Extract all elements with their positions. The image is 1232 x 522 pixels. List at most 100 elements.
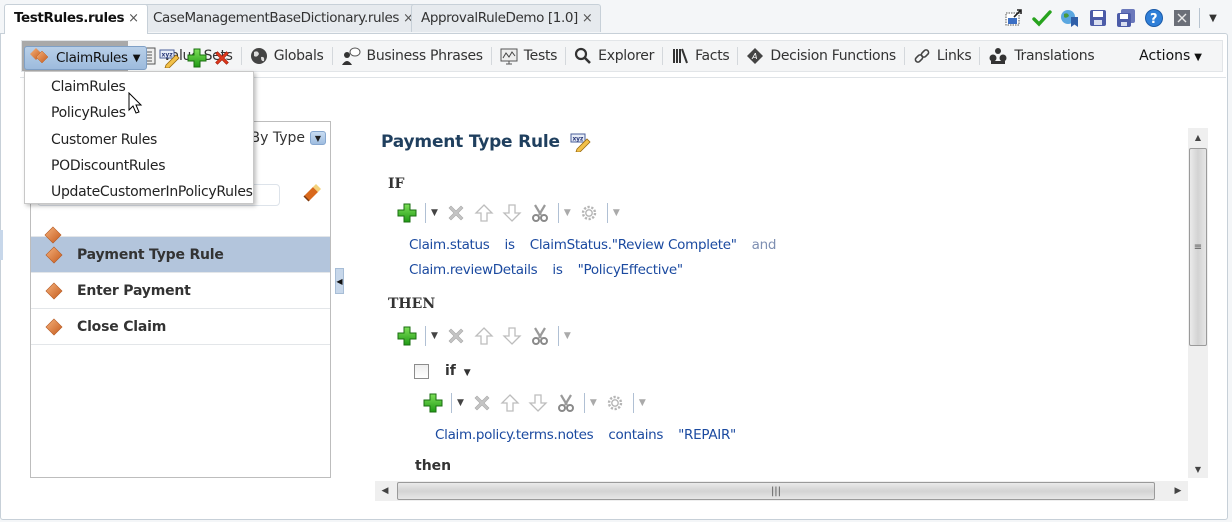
rule-label: Close Claim xyxy=(77,318,167,335)
move-up-icon[interactable] xyxy=(474,203,494,223)
scroll-up-icon[interactable]: ▲ xyxy=(1188,128,1208,146)
condition-left[interactable]: Claim.status xyxy=(409,237,490,253)
nav-translations[interactable]: Translations xyxy=(982,41,1100,71)
add-condition-icon[interactable] xyxy=(397,203,417,223)
menu-item[interactable]: Customer Rules xyxy=(25,127,253,153)
rule-label: Payment Type Rule xyxy=(77,246,224,263)
nav-separator xyxy=(737,47,739,65)
if-keyword: IF xyxy=(388,176,405,192)
nav-separator xyxy=(662,47,664,65)
menu-item[interactable]: UpdateCustomerInPolicyRules xyxy=(25,179,253,205)
nested-if-keyword[interactable]: if ▼ xyxy=(445,363,471,379)
add-dropdown-icon[interactable]: ▼ xyxy=(431,208,438,218)
condition-operator[interactable]: is xyxy=(505,237,515,253)
sort-dropdown-icon[interactable]: ▼ xyxy=(310,131,326,145)
cut-scissors-icon[interactable] xyxy=(556,393,576,413)
nav-label: Tests xyxy=(523,48,558,64)
paste-dropdown-icon[interactable]: ▼ xyxy=(564,208,571,218)
edit-ruleset-icon[interactable] xyxy=(159,48,181,68)
condition-operator[interactable]: contains xyxy=(608,427,663,443)
close-tab-icon[interactable]: × xyxy=(128,11,139,26)
gear-dropdown-icon[interactable]: ▼ xyxy=(639,398,646,408)
condition-left[interactable]: Claim.reviewDetails xyxy=(409,262,538,278)
add-condition-icon[interactable] xyxy=(423,393,443,413)
nav-separator xyxy=(979,47,981,65)
condition-right[interactable]: ClaimStatus."Review Complete" xyxy=(530,237,737,253)
sort-by-type[interactable]: By Type ▼ xyxy=(251,130,326,146)
help-icon[interactable]: ? xyxy=(1143,7,1165,29)
nav-tests[interactable]: Tests xyxy=(494,41,563,71)
nav-decision-functions[interactable]: A Decision Functions xyxy=(740,41,902,71)
move-up-icon[interactable] xyxy=(474,326,494,346)
save-all-icon[interactable] xyxy=(1115,7,1137,29)
tab-approval-rule-demo[interactable]: ApprovalRuleDemo [1.0] × xyxy=(411,4,602,32)
move-down-icon[interactable] xyxy=(528,393,548,413)
paste-dropdown-icon[interactable]: ▼ xyxy=(590,398,597,408)
condition-right[interactable]: "REPAIR" xyxy=(678,427,736,443)
cut-scissors-icon[interactable] xyxy=(530,326,550,346)
nav-links[interactable]: Links xyxy=(907,41,977,71)
horizontal-scrollbar[interactable]: ◀ ||| ▶ xyxy=(375,481,1188,501)
cut-scissors-icon[interactable] xyxy=(530,203,550,223)
vertical-scrollbar[interactable]: ▲ ≡ ▼ xyxy=(1188,128,1208,478)
nested-if-toolbar: ▼ ▼ ▼ xyxy=(423,392,654,414)
add-ruleset-icon[interactable] xyxy=(187,48,207,68)
add-dropdown-icon[interactable]: ▼ xyxy=(457,398,464,408)
condition-right[interactable]: "PolicyEffective" xyxy=(578,262,684,278)
tab-testrules[interactable]: TestRules.rules × xyxy=(4,4,148,34)
then-keyword: THEN xyxy=(388,296,436,312)
nav-globals[interactable]: Globals xyxy=(244,41,330,71)
panel-splitter-collapse[interactable]: ◀ xyxy=(335,268,344,294)
nested-if-checkbox[interactable] xyxy=(414,364,429,379)
menu-item[interactable]: PODiscountRules xyxy=(25,153,253,179)
rule-diamond-icon xyxy=(44,226,62,248)
tab-casemanagement-dictionary[interactable]: CaseManagementBaseDictionary.rules × xyxy=(143,4,423,32)
nav-facts[interactable]: Facts xyxy=(665,41,735,71)
more-dropdown-icon[interactable]: ▼ xyxy=(1206,7,1220,29)
globe-icon xyxy=(250,47,268,65)
delete-ruleset-icon[interactable] xyxy=(213,49,231,67)
ruleset-select[interactable]: ClaimRules ▼ xyxy=(24,46,148,70)
nav-label: Links xyxy=(936,48,972,64)
list-item[interactable]: Payment Type Rule xyxy=(31,236,330,272)
paste-dropdown-icon[interactable]: ▼ xyxy=(564,331,571,341)
scroll-down-icon[interactable]: ▼ xyxy=(1188,460,1208,478)
delete-icon[interactable] xyxy=(446,203,466,223)
delete-icon[interactable] xyxy=(472,393,492,413)
nav-business-phrases[interactable]: Business Phrases xyxy=(335,41,489,71)
scroll-thumb[interactable]: ||| xyxy=(397,482,1155,500)
add-action-icon[interactable] xyxy=(397,326,417,346)
scroll-thumb[interactable]: ≡ xyxy=(1189,148,1207,346)
save-icon[interactable] xyxy=(1087,7,1109,29)
condition-conjunction[interactable]: and xyxy=(752,237,777,253)
nav-explorer[interactable]: Explorer xyxy=(568,41,660,71)
move-down-icon[interactable] xyxy=(502,326,522,346)
nested-if-label: if xyxy=(445,363,456,379)
move-down-icon[interactable] xyxy=(502,203,522,223)
condition-left[interactable]: Claim.policy.terms.notes xyxy=(435,427,594,443)
globe-bookmark-icon[interactable] xyxy=(1059,7,1081,29)
scroll-right-icon[interactable]: ▶ xyxy=(1168,481,1188,501)
validate-check-icon[interactable] xyxy=(1031,7,1053,29)
left-collapse-handle[interactable] xyxy=(0,230,3,260)
edit-rule-icon[interactable] xyxy=(570,132,592,152)
business-phrases-icon xyxy=(341,47,361,65)
list-item[interactable]: Enter Payment xyxy=(31,272,330,308)
delete-icon[interactable] xyxy=(446,326,466,346)
clear-filter-eraser-icon[interactable] xyxy=(300,182,322,208)
toolbar-separator xyxy=(557,326,559,346)
close-window-icon[interactable] xyxy=(1171,7,1193,29)
gear-icon[interactable] xyxy=(605,393,625,413)
close-tab-icon[interactable]: × xyxy=(582,11,593,26)
list-item[interactable]: Close Claim xyxy=(31,308,330,344)
gear-icon[interactable] xyxy=(579,203,599,223)
link-icon xyxy=(913,47,931,65)
generate-icon[interactable] xyxy=(1003,7,1025,29)
nav-label: Decision Functions xyxy=(770,48,896,64)
gear-dropdown-icon[interactable]: ▼ xyxy=(613,208,620,218)
condition-operator[interactable]: is xyxy=(552,262,562,278)
actions-menu[interactable]: Actions ▼ xyxy=(1139,48,1202,64)
add-dropdown-icon[interactable]: ▼ xyxy=(431,331,438,341)
scroll-left-icon[interactable]: ◀ xyxy=(375,481,395,501)
move-up-icon[interactable] xyxy=(500,393,520,413)
